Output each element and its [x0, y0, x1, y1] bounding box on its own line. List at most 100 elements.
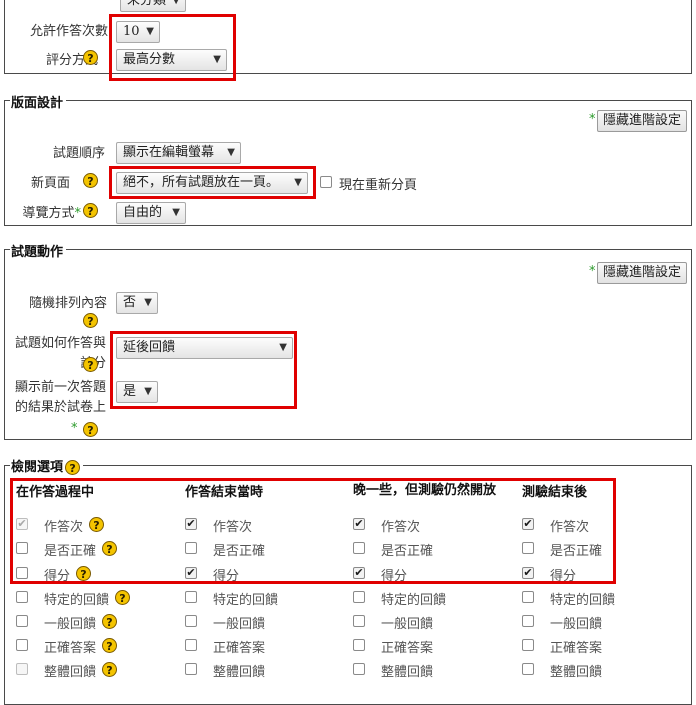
prev-select[interactable]: 是 ▼ — [116, 381, 158, 403]
help-icon[interactable]: ? — [83, 50, 98, 65]
chevron-down-icon: ▼ — [227, 147, 235, 158]
review-checkbox[interactable] — [185, 663, 197, 675]
review-legend-text: 檢閱選項 — [11, 460, 64, 475]
review-option-label: 作答次 — [381, 520, 421, 535]
review-option-label: 作答次 — [213, 520, 253, 535]
how-value: 延後回饋 — [123, 340, 176, 355]
review-checkbox[interactable]: ✔ — [353, 567, 365, 579]
review-checkbox[interactable] — [353, 639, 365, 651]
review-checkbox[interactable] — [185, 639, 197, 651]
help-icon[interactable]: ? — [65, 460, 81, 475]
review-checkbox[interactable]: ✔ — [522, 567, 534, 579]
shuffle-label: 隨機排列內容 — [28, 296, 107, 311]
review-option-label: 是否正確 — [44, 544, 97, 559]
required-star: * — [74, 206, 82, 221]
hide-advanced-button[interactable]: 隱藏進階設定 — [597, 262, 688, 284]
required-star: * — [589, 264, 596, 279]
review-checkbox[interactable] — [185, 591, 197, 603]
review-option-label: 正確答案 — [550, 641, 603, 656]
nav-select[interactable]: 自由的 ▼ — [116, 202, 186, 224]
help-icon[interactable]: ? — [83, 173, 98, 188]
review-checkbox[interactable] — [16, 615, 28, 627]
review-option-label: 特定的回饋 — [213, 593, 279, 608]
review-checkbox[interactable] — [353, 663, 365, 675]
how-select[interactable]: 延後回饋 ▼ — [116, 337, 293, 359]
grading-select[interactable]: 最高分數 ▼ — [116, 49, 227, 71]
review-checkbox[interactable] — [185, 615, 197, 627]
review-checkbox[interactable]: ✔ — [522, 518, 534, 530]
review-checkbox[interactable] — [522, 615, 534, 627]
review-option-label: 是否正確 — [381, 544, 434, 559]
grading-value: 最高分數 — [123, 52, 176, 67]
review-option-label: 得分 — [381, 569, 408, 584]
prev-value: 是 — [123, 384, 137, 399]
review-checkbox[interactable] — [16, 591, 28, 603]
review-option-label: 正確答案 — [381, 641, 434, 656]
help-icon[interactable]: ? — [102, 614, 117, 629]
partial-select[interactable]: 未分類 ▼ — [120, 0, 186, 12]
review-checkbox[interactable] — [522, 639, 534, 651]
chevron-down-icon: ▼ — [279, 342, 287, 353]
nav-label-text: 導覽方式 — [22, 206, 75, 221]
review-option-label: 得分 — [213, 569, 240, 584]
attempts-label: 允許作答次數 — [29, 24, 108, 39]
order-value: 顯示在編輯螢幕 — [123, 145, 215, 160]
review-option-label: 作答次 — [550, 520, 590, 535]
review-checkbox — [16, 663, 28, 675]
help-icon[interactable]: ? — [102, 541, 117, 556]
chevron-down-icon: ▼ — [172, 0, 180, 6]
review-checkbox[interactable] — [353, 615, 365, 627]
review-option-label: 一般回饋 — [550, 617, 603, 632]
review-checkbox[interactable] — [522, 542, 534, 554]
review-checkbox[interactable] — [353, 542, 365, 554]
review-option-label: 正確答案 — [213, 641, 266, 656]
review-option-label: 是否正確 — [213, 544, 266, 559]
help-icon[interactable]: ? — [83, 313, 98, 328]
review-checkbox[interactable]: ✔ — [185, 567, 197, 579]
shuffle-value: 否 — [123, 295, 137, 310]
help-icon[interactable]: ? — [83, 203, 98, 218]
newpage-select[interactable]: 絕不，所有試題放在一頁。 ▼ — [116, 172, 308, 194]
review-option-label: 整體回饋 — [381, 665, 434, 680]
nav-label: 導覽方式* — [22, 202, 81, 221]
review-checkbox[interactable] — [522, 591, 534, 603]
chevron-down-icon: ▼ — [172, 207, 180, 218]
help-icon[interactable]: ? — [76, 566, 91, 581]
review-checkbox[interactable] — [522, 663, 534, 675]
review-checkbox[interactable]: ✔ — [353, 518, 365, 530]
shuffle-select[interactable]: 否 ▼ — [116, 292, 158, 314]
help-icon[interactable]: ? — [83, 357, 98, 372]
review-column-header: 晚一些，但測驗仍然開放 — [353, 483, 497, 498]
attempts-select[interactable]: 10 ▼ — [116, 21, 160, 43]
review-legend: 檢閱選項? — [10, 456, 84, 475]
chevron-down-icon: ▼ — [146, 26, 154, 37]
review-option-label: 一般回饋 — [44, 617, 97, 632]
help-icon[interactable]: ? — [115, 590, 130, 605]
help-icon[interactable]: ? — [83, 422, 98, 437]
help-icon[interactable]: ? — [89, 517, 104, 532]
order-select[interactable]: 顯示在編輯螢幕 ▼ — [116, 142, 241, 164]
review-option-label: 一般回饋 — [381, 617, 434, 632]
review-checkbox[interactable] — [16, 639, 28, 651]
repaginate-label: 現在重新分頁 — [339, 178, 418, 193]
chevron-down-icon: ▼ — [144, 386, 152, 397]
review-checkbox[interactable] — [16, 542, 28, 554]
required-star: * — [71, 421, 78, 436]
review-checkbox[interactable]: ✔ — [185, 518, 197, 530]
hide-advanced-button[interactable]: 隱藏進階設定 — [597, 110, 688, 132]
review-option-label: 整體回饋 — [44, 665, 97, 680]
review-option-label: 特定的回饋 — [44, 593, 110, 608]
review-checkbox[interactable] — [185, 542, 197, 554]
review-checkbox[interactable] — [353, 591, 365, 603]
review-column-header: 測驗結束後 — [522, 485, 588, 500]
repaginate-checkbox[interactable] — [320, 176, 332, 188]
prev-label: 顯示前一次答題的結果於試卷上 — [6, 378, 106, 418]
review-option-label: 作答次 — [44, 520, 84, 535]
review-checkbox[interactable] — [16, 567, 28, 579]
nav-value: 自由的 — [123, 205, 163, 220]
help-icon[interactable]: ? — [102, 638, 117, 653]
required-star: * — [589, 112, 596, 127]
help-icon[interactable]: ? — [102, 662, 117, 677]
review-option-label: 是否正確 — [550, 544, 603, 559]
chevron-down-icon: ▼ — [213, 54, 221, 65]
